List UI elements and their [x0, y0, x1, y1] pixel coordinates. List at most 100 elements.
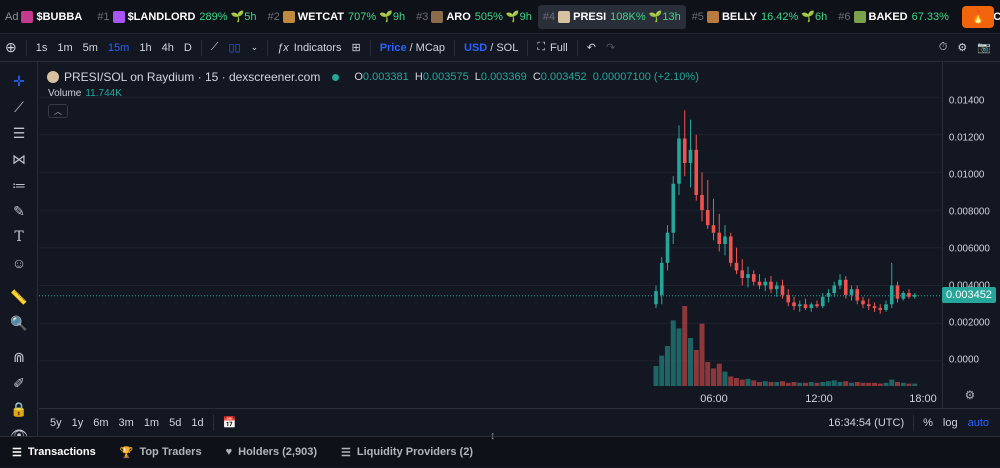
interval-1m[interactable]: 1m	[52, 34, 77, 62]
candle-body	[895, 285, 900, 299]
y-tick-label: 0.002000	[949, 318, 990, 329]
candle-body	[711, 225, 716, 233]
date-range-button[interactable]: 📅	[218, 416, 242, 429]
candle-body	[815, 304, 819, 307]
tab-holders-label: Holders (2,903)	[238, 446, 317, 458]
ticker-change: 289%	[199, 10, 228, 23]
candle-body	[843, 279, 848, 295]
snapshot-button[interactable]: 📷	[972, 34, 996, 62]
currency-toggle[interactable]: USD / SOL	[459, 34, 523, 62]
interval-1s[interactable]: 1s	[31, 34, 53, 62]
interval-5m[interactable]: 5m	[78, 34, 103, 62]
token-avatar	[853, 10, 866, 23]
pattern-icon: ⋈	[12, 150, 26, 167]
add-symbol-button[interactable]: ⊕	[0, 34, 22, 62]
magnet-tool[interactable]: ⋒	[0, 344, 38, 370]
volume-bar	[849, 382, 854, 386]
price-mcap-toggle[interactable]: Price / MCap	[375, 34, 450, 62]
lock-tool[interactable]: 🔒	[0, 396, 38, 422]
range-1y[interactable]: 1y	[67, 417, 89, 429]
resize-handle[interactable]: ↕	[490, 429, 496, 443]
interval-4h[interactable]: 4h	[157, 34, 179, 62]
range-1m[interactable]: 1m	[139, 417, 164, 429]
ticker-change: 505%	[474, 10, 503, 23]
axis-settings-icon[interactable]: ⚙	[965, 388, 976, 402]
undo-icon: ↶	[586, 42, 596, 54]
tab-top-traders[interactable]: 🏆 Top Traders	[108, 437, 214, 468]
range-bar: 5y 1y 6m 3m 1m 5d 1d 📅 16:34:54 (UTC) % log au…	[39, 408, 1000, 436]
ticker-item[interactable]: #2 WETCAT 707% 🌱 9h	[263, 5, 411, 29]
price-option[interactable]: Price	[380, 42, 407, 54]
volume-bar	[820, 382, 826, 386]
candle-body	[757, 281, 762, 286]
ruler-tool[interactable]: 📏	[0, 284, 38, 310]
interval-1h[interactable]: 1h	[134, 34, 156, 62]
settings-button[interactable]: ⚙	[952, 34, 972, 62]
trendline-tool[interactable]: ⟋	[0, 94, 38, 120]
range-5y[interactable]: 5y	[45, 417, 67, 429]
candle-chart-type-button[interactable]: ▯▯	[223, 34, 245, 62]
price-axis[interactable]: 0.01400 0.01200 0.01000 0.008000 0.006000 0.0…	[942, 62, 1000, 408]
layouts-button[interactable]: ⊞	[346, 34, 365, 62]
clock-display[interactable]: 16:34:54 (UTC)	[823, 417, 909, 429]
collapse-legend-button[interactable]: ︿	[48, 104, 68, 118]
fire-button[interactable]: 🔥	[962, 6, 994, 28]
ticker-item[interactable]: #3 ARO 505% 🌱 9h	[411, 5, 537, 29]
line-chart-icon: ⟋	[210, 41, 219, 53]
ticker-rank: #1	[97, 10, 110, 23]
ticker-item[interactable]: #1 $LANDLORD 289% 🌱 5h	[92, 5, 261, 29]
emoji-tool[interactable]: ☺	[0, 250, 38, 276]
candle-body	[792, 302, 796, 307]
interval-D[interactable]: D	[179, 34, 197, 62]
calendar-icon: 📅	[222, 417, 237, 429]
quick-search-button[interactable]: ⏱	[934, 34, 953, 62]
range-5d[interactable]: 5d	[164, 417, 186, 429]
undo-button[interactable]: ↶	[582, 34, 601, 62]
full-label: Full	[550, 41, 568, 54]
fullscreen-button[interactable]: ⛶ Full	[532, 34, 572, 62]
fib-tool[interactable]: ≔	[0, 172, 38, 198]
ad-ticker-item[interactable]: Ad $BUBBA	[0, 5, 91, 29]
indicators-button[interactable]: ƒx Indicators	[272, 34, 346, 62]
crosshair-tool[interactable]: ✛	[0, 68, 38, 94]
chart-type-dropdown[interactable]: ⌄	[246, 34, 264, 62]
mcap-option[interactable]: MCap	[416, 42, 445, 54]
market-status-dot	[332, 73, 340, 81]
redo-button[interactable]: ↷	[601, 34, 620, 62]
candle-body	[746, 274, 750, 278]
draw-mode-tool[interactable]: ✐	[0, 370, 38, 396]
ticker-item[interactable]: #4 PRESI 108K% 🌱 13h	[537, 4, 686, 29]
brush-tool[interactable]: ✎	[0, 198, 38, 224]
divider	[576, 39, 578, 56]
usd-option[interactable]: USD	[464, 42, 487, 54]
fullscreen-icon: ⛶	[537, 41, 546, 53]
resize-icon: ↕	[490, 430, 496, 442]
pattern-tool[interactable]: ⋈	[0, 146, 38, 172]
horizontal-lines-tool[interactable]: ☰	[0, 120, 38, 146]
tab-holders[interactable]: ♥ Holders (2,903)	[214, 437, 329, 468]
candle-body	[677, 138, 681, 184]
line-chart-type-button[interactable]: ⟋	[206, 34, 224, 62]
tab-liquidity-providers[interactable]: ☰ Liquidity Providers (2)	[329, 437, 485, 468]
sol-option[interactable]: SOL	[496, 42, 518, 54]
candle-body	[855, 289, 860, 301]
range-1d[interactable]: 1d	[186, 417, 208, 429]
interval-15m[interactable]: 15m	[103, 34, 134, 62]
ticker-item[interactable]: #5 BELLY 16.42% 🌱 6h	[687, 5, 833, 29]
ticker-item[interactable]: #6 BAKED 67.33%	[833, 5, 957, 29]
range-3m[interactable]: 3m	[114, 417, 139, 429]
zoom-tool[interactable]: 🔍	[0, 310, 38, 336]
ticker-age: 9h	[392, 10, 406, 23]
divider	[212, 414, 214, 431]
log-toggle[interactable]: log	[938, 417, 963, 429]
auto-toggle[interactable]: auto	[963, 417, 994, 429]
range-6m[interactable]: 6m	[88, 417, 113, 429]
percent-toggle[interactable]: %	[918, 417, 938, 429]
volume-bar	[866, 382, 872, 386]
price-chart[interactable]: 06:00 12:00 18:00	[39, 62, 942, 408]
close-value: 0.003452	[540, 71, 587, 83]
volume-bar	[774, 382, 780, 386]
tab-transactions[interactable]: ☰ Transactions	[0, 437, 108, 468]
text-tool[interactable]: T	[0, 224, 38, 250]
trophy-icon: 🏆	[119, 446, 134, 459]
